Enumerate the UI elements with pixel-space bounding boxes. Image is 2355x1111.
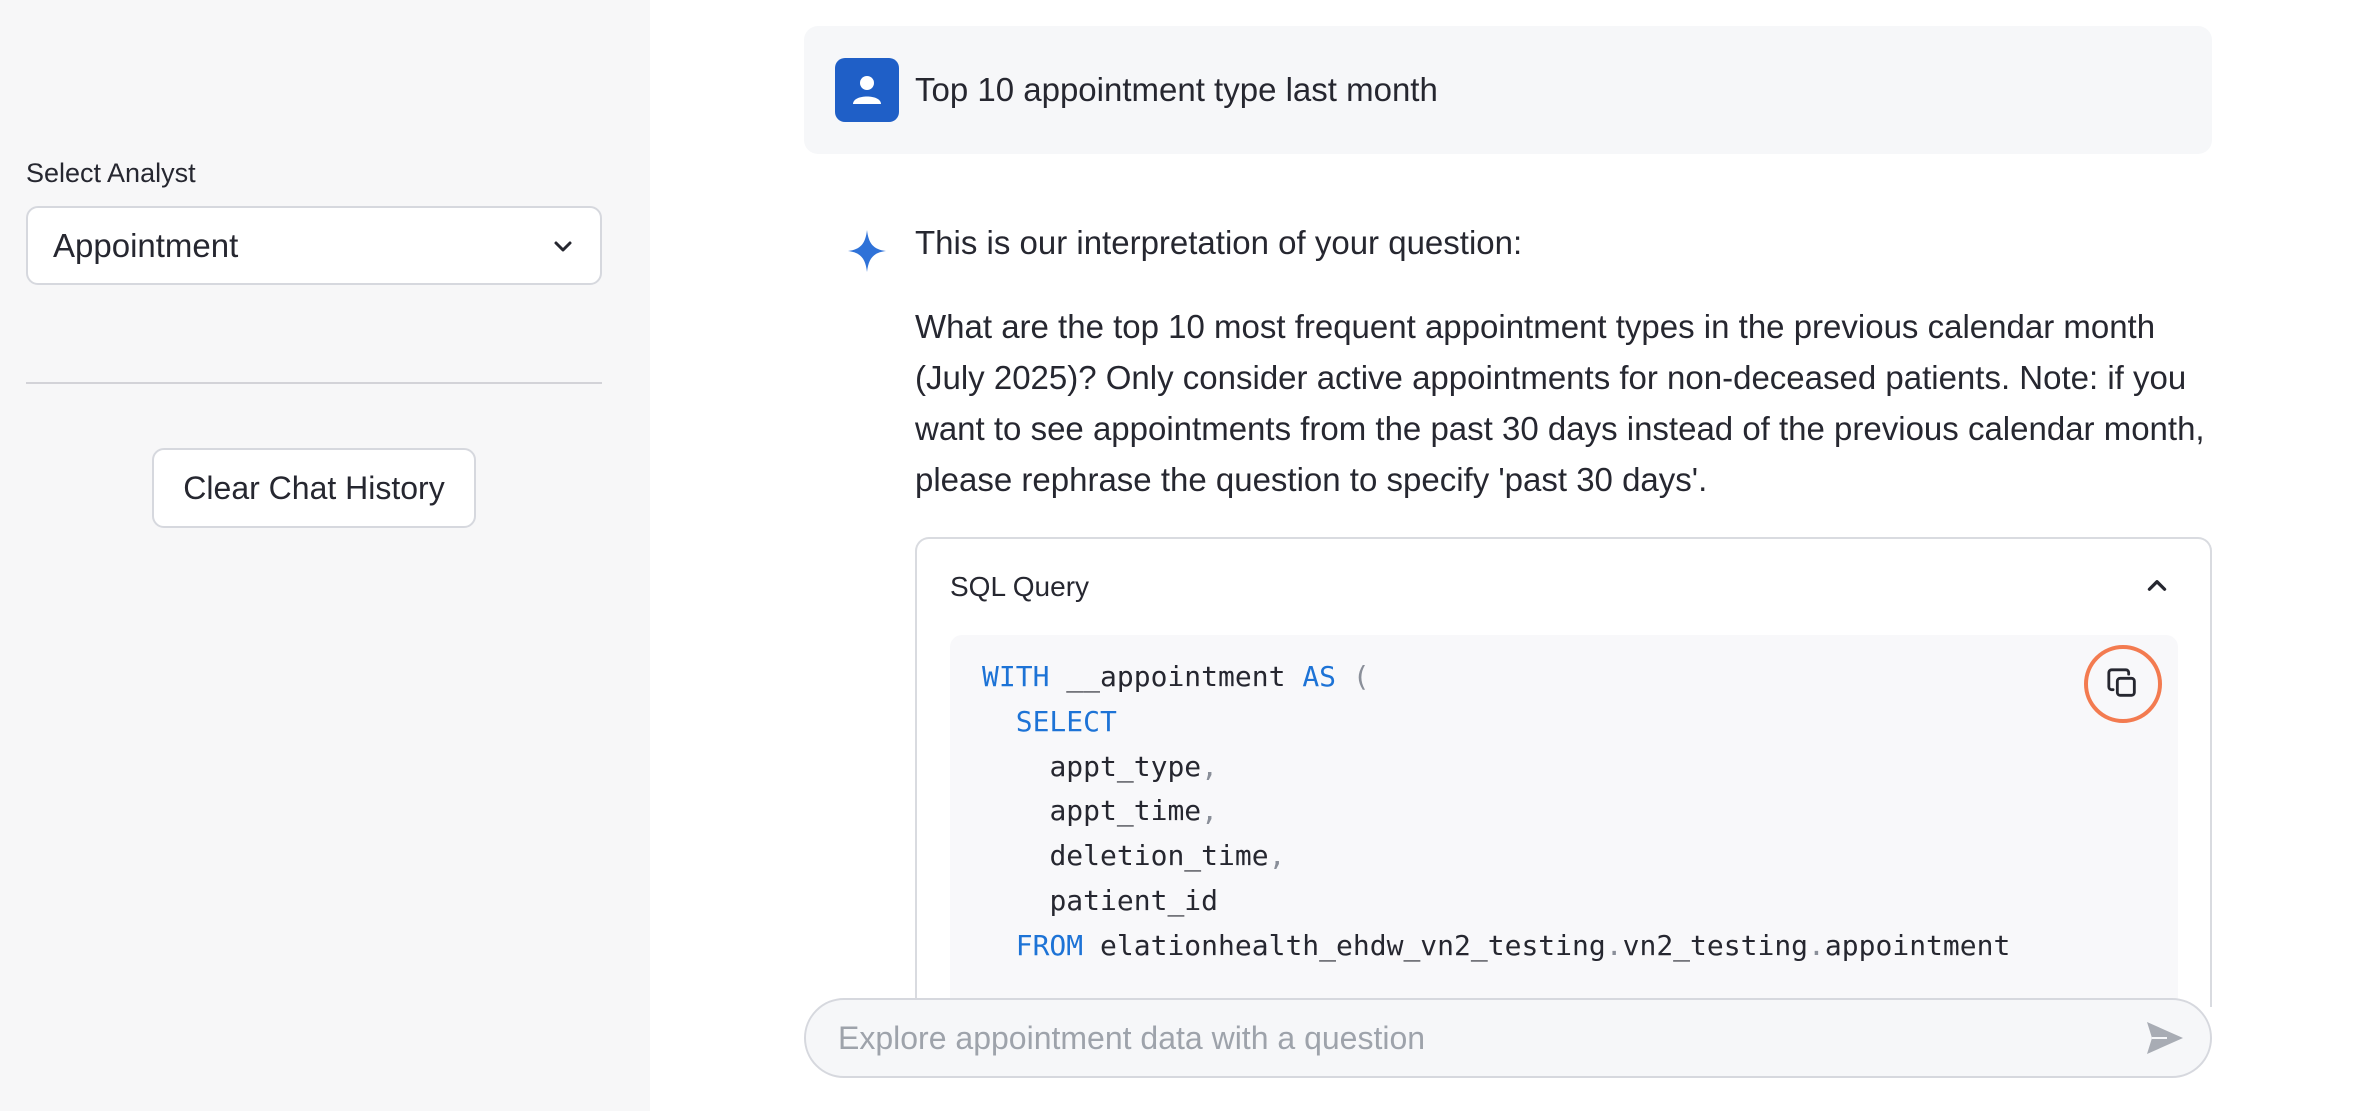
- sql-query-header[interactable]: SQL Query: [917, 539, 2210, 635]
- sql-text: appt_time: [1049, 794, 1202, 828]
- send-icon: [2147, 1022, 2183, 1054]
- sql-punctuation: ,: [1201, 749, 1219, 783]
- sql-text: appointment: [1824, 928, 2011, 962]
- sql-punctuation: (: [1352, 660, 1370, 693]
- sql-code-line: FROM elationhealth_ehdw_vn2_testing.vn2_…: [982, 924, 2011, 969]
- analyst-select[interactable]: Appointment: [26, 206, 602, 285]
- sql-code-line: SELECT: [982, 700, 2010, 745]
- user-icon: [853, 76, 881, 104]
- sql-code-line: WITH __appointment AS (: [982, 655, 2010, 700]
- sql-keyword: AS: [1302, 660, 1337, 693]
- sidebar-divider: [26, 382, 602, 384]
- sql-text: patient_id: [1049, 883, 1219, 917]
- chat-input[interactable]: [838, 1019, 2140, 1057]
- sql-code-block: WITH __appointment AS ( SELECT appt_type…: [950, 635, 2178, 1007]
- sql-text: deletion_time: [1049, 839, 1269, 873]
- sql-code-line: appt_type,: [982, 745, 2010, 790]
- sql-code-line: appt_time,: [982, 789, 2010, 834]
- sql-punctuation: ,: [1201, 794, 1219, 828]
- sql-text: appt_type: [1049, 749, 1202, 783]
- send-button[interactable]: [2140, 1013, 2190, 1063]
- user-message: Top 10 appointment type last month: [804, 26, 2212, 154]
- sql-code-line: patient_id: [982, 879, 2010, 924]
- sql-keyword: SELECT: [1015, 704, 1117, 738]
- copy-button[interactable]: [2084, 645, 2162, 723]
- sql-query-expander: SQL Query WITH __appointment AS ( SELECT…: [915, 537, 2212, 1007]
- assistant-intro: This is our interpretation of your quest…: [915, 224, 1523, 261]
- chevron-up-icon: [2144, 573, 2170, 599]
- sql-text: elationhealth_ehdw_vn2_testing: [1083, 928, 1606, 962]
- chat-input-container: [804, 998, 2212, 1078]
- sql-punctuation: .: [1605, 928, 1623, 962]
- sql-code-line: deletion_time,: [982, 834, 2010, 879]
- user-message-text: Top 10 appointment type last month: [915, 71, 1438, 108]
- sidebar: Select Analyst Appointment Clear Chat Hi…: [0, 0, 650, 1111]
- clear-chat-history-button[interactable]: Clear Chat History: [152, 448, 476, 528]
- sparkle-icon: [848, 230, 886, 272]
- user-avatar: [835, 58, 899, 122]
- analyst-select-value: Appointment: [53, 226, 239, 264]
- sql-query-title: SQL Query: [950, 571, 1090, 602]
- sql-text: __appointment: [1049, 660, 1303, 693]
- chevron-down-icon: [550, 233, 576, 259]
- select-analyst-label: Select Analyst: [26, 158, 196, 188]
- sql-text: vn2_testing: [1622, 928, 1809, 962]
- sql-keyword: WITH: [982, 660, 1050, 693]
- sql-keyword: FROM: [1015, 928, 1084, 962]
- sql-code: WITH __appointment AS ( SELECT appt_type…: [982, 655, 2010, 969]
- question-interpretation: What are the top 10 most frequent appoin…: [915, 308, 2205, 498]
- copy-icon: [2107, 668, 2136, 697]
- sql-punctuation: .: [1808, 928, 1825, 962]
- sql-punctuation: ,: [1268, 839, 1286, 873]
